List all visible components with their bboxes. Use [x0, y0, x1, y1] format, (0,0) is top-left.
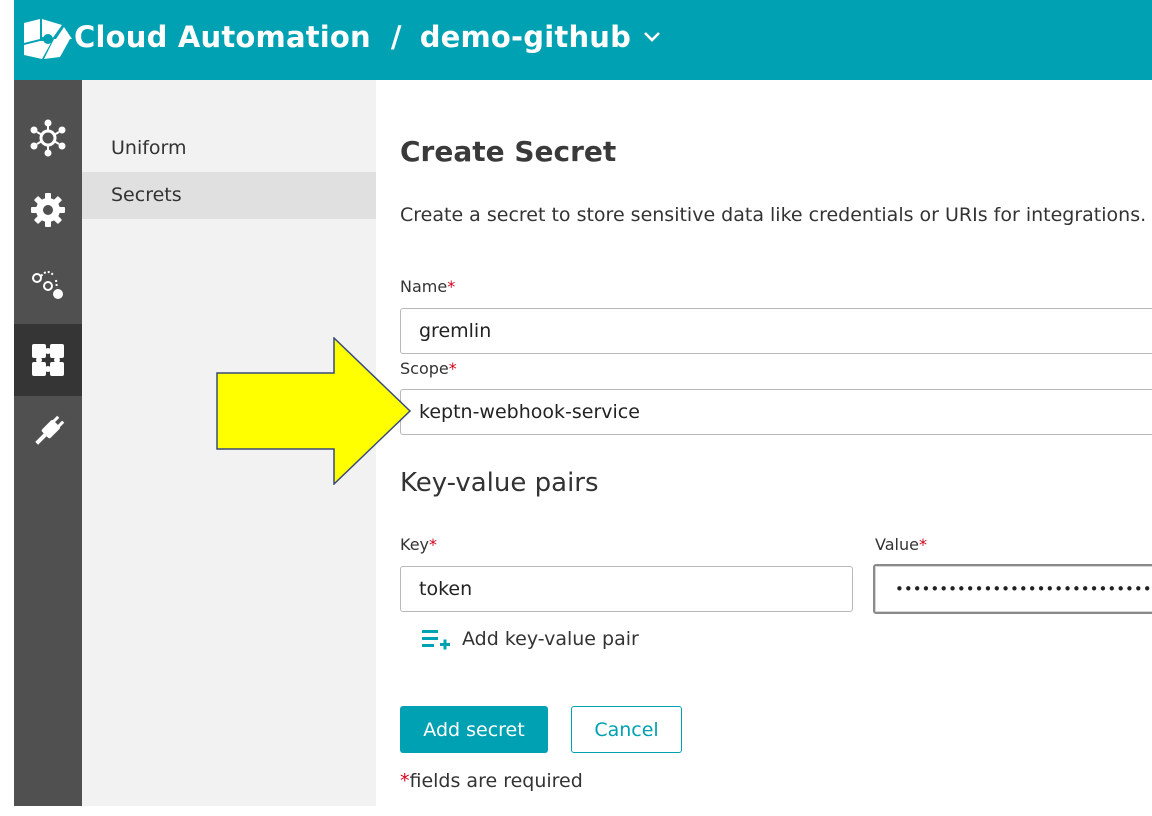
- cancel-button[interactable]: Cancel: [571, 706, 682, 753]
- app-name: Cloud Automation: [74, 20, 371, 54]
- required-asterisk: *: [429, 535, 438, 554]
- value-label: Value*: [875, 535, 927, 554]
- key-label: Key*: [400, 535, 438, 554]
- page-title: Create Secret: [400, 135, 617, 168]
- key-input[interactable]: [400, 566, 853, 612]
- chevron-down-icon[interactable]: [643, 31, 661, 43]
- sidebar-item-sequences[interactable]: [14, 248, 82, 320]
- add-secret-button[interactable]: Add secret: [400, 706, 548, 753]
- plug-icon: [35, 415, 65, 445]
- required-asterisk: *: [447, 277, 456, 296]
- icon-sidebar: [14, 80, 82, 806]
- yellow-arrow-annotation: [216, 337, 412, 485]
- settings-gear-icon: [31, 193, 65, 227]
- sidebar-item-settings[interactable]: [14, 174, 82, 246]
- sidebar-item-integrations[interactable]: [14, 324, 82, 396]
- sidebar-item-services[interactable]: [14, 102, 82, 174]
- subnav-item-uniform[interactable]: Uniform: [82, 125, 376, 172]
- app-header: Cloud Automation / demo-github: [14, 0, 1152, 80]
- required-asterisk: *: [400, 770, 410, 792]
- subnav-item-secrets[interactable]: Secrets: [82, 172, 376, 219]
- app-title[interactable]: Cloud Automation / demo-github: [74, 20, 661, 54]
- required-asterisk: *: [448, 359, 457, 378]
- page-description: Create a secret to store sensitive data …: [400, 204, 1147, 226]
- scope-select[interactable]: keptn-webhook-service: [400, 389, 1152, 435]
- sidebar-item-plugins[interactable]: [14, 396, 82, 468]
- services-icon: [30, 119, 66, 157]
- name-input[interactable]: [400, 308, 1152, 354]
- required-asterisk: *: [918, 535, 927, 554]
- name-label: Name*: [400, 277, 456, 296]
- sequence-icon: [32, 271, 63, 299]
- value-password-input[interactable]: ••••••••••••••••••••••••••••••••••••••: [873, 564, 1152, 614]
- title-separator: /: [390, 20, 402, 54]
- create-secret-panel: Create Secret Create a secret to store s…: [376, 80, 1152, 816]
- required-fields-note: *fields are required: [400, 770, 583, 792]
- add-list-icon: [422, 630, 450, 650]
- key-value-heading: Key-value pairs: [400, 468, 599, 498]
- add-key-value-pair-button[interactable]: Add key-value pair: [422, 628, 639, 650]
- project-name: demo-github: [419, 20, 632, 54]
- add-pair-label: Add key-value pair: [462, 628, 639, 650]
- integrations-puzzle-icon: [32, 344, 64, 376]
- dynatrace-logo-icon: [24, 19, 72, 59]
